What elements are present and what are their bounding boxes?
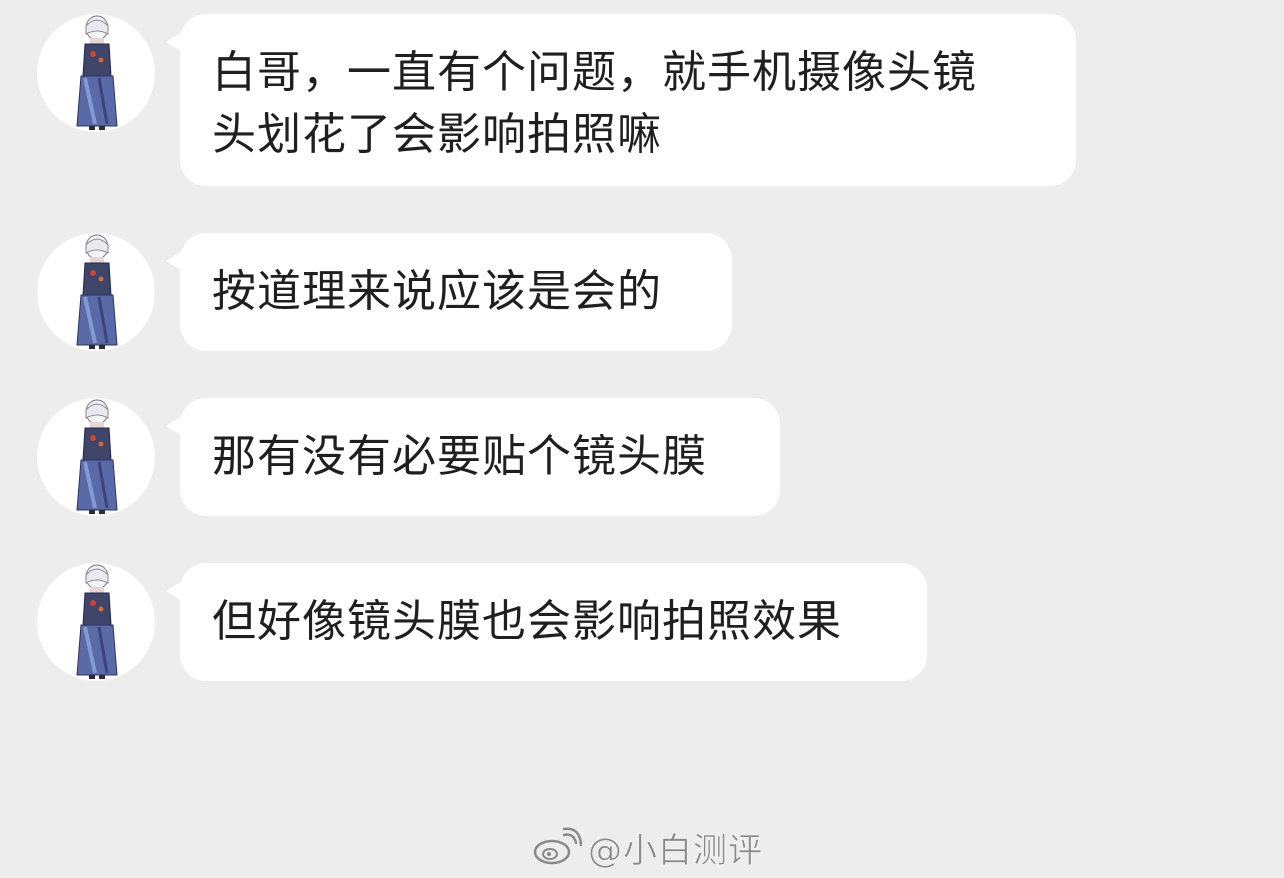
avatar-illustration-icon [37,14,155,132]
watermark-text: @小白测评 [588,830,763,871]
message-bubble[interactable]: 按道理来说应该是会的 [180,233,732,351]
message-bubble[interactable]: 但好像镜头膜也会影响拍照效果 [180,563,927,681]
avatar[interactable] [37,14,155,132]
weibo-icon [533,827,582,865]
avatar[interactable] [37,398,155,516]
avatar-illustration-icon [37,398,155,516]
watermark: @小白测评 [532,822,763,872]
avatar[interactable] [37,233,155,351]
avatar-illustration-icon [37,563,155,681]
message-bubble[interactable]: 白哥，一直有个问题，就手机摄像头镜 头划花了会影响拍照嘛 [180,14,1076,186]
avatar-illustration-icon [37,233,155,351]
message-bubble[interactable]: 那有没有必要贴个镜头膜 [180,398,780,516]
avatar[interactable] [37,563,155,681]
